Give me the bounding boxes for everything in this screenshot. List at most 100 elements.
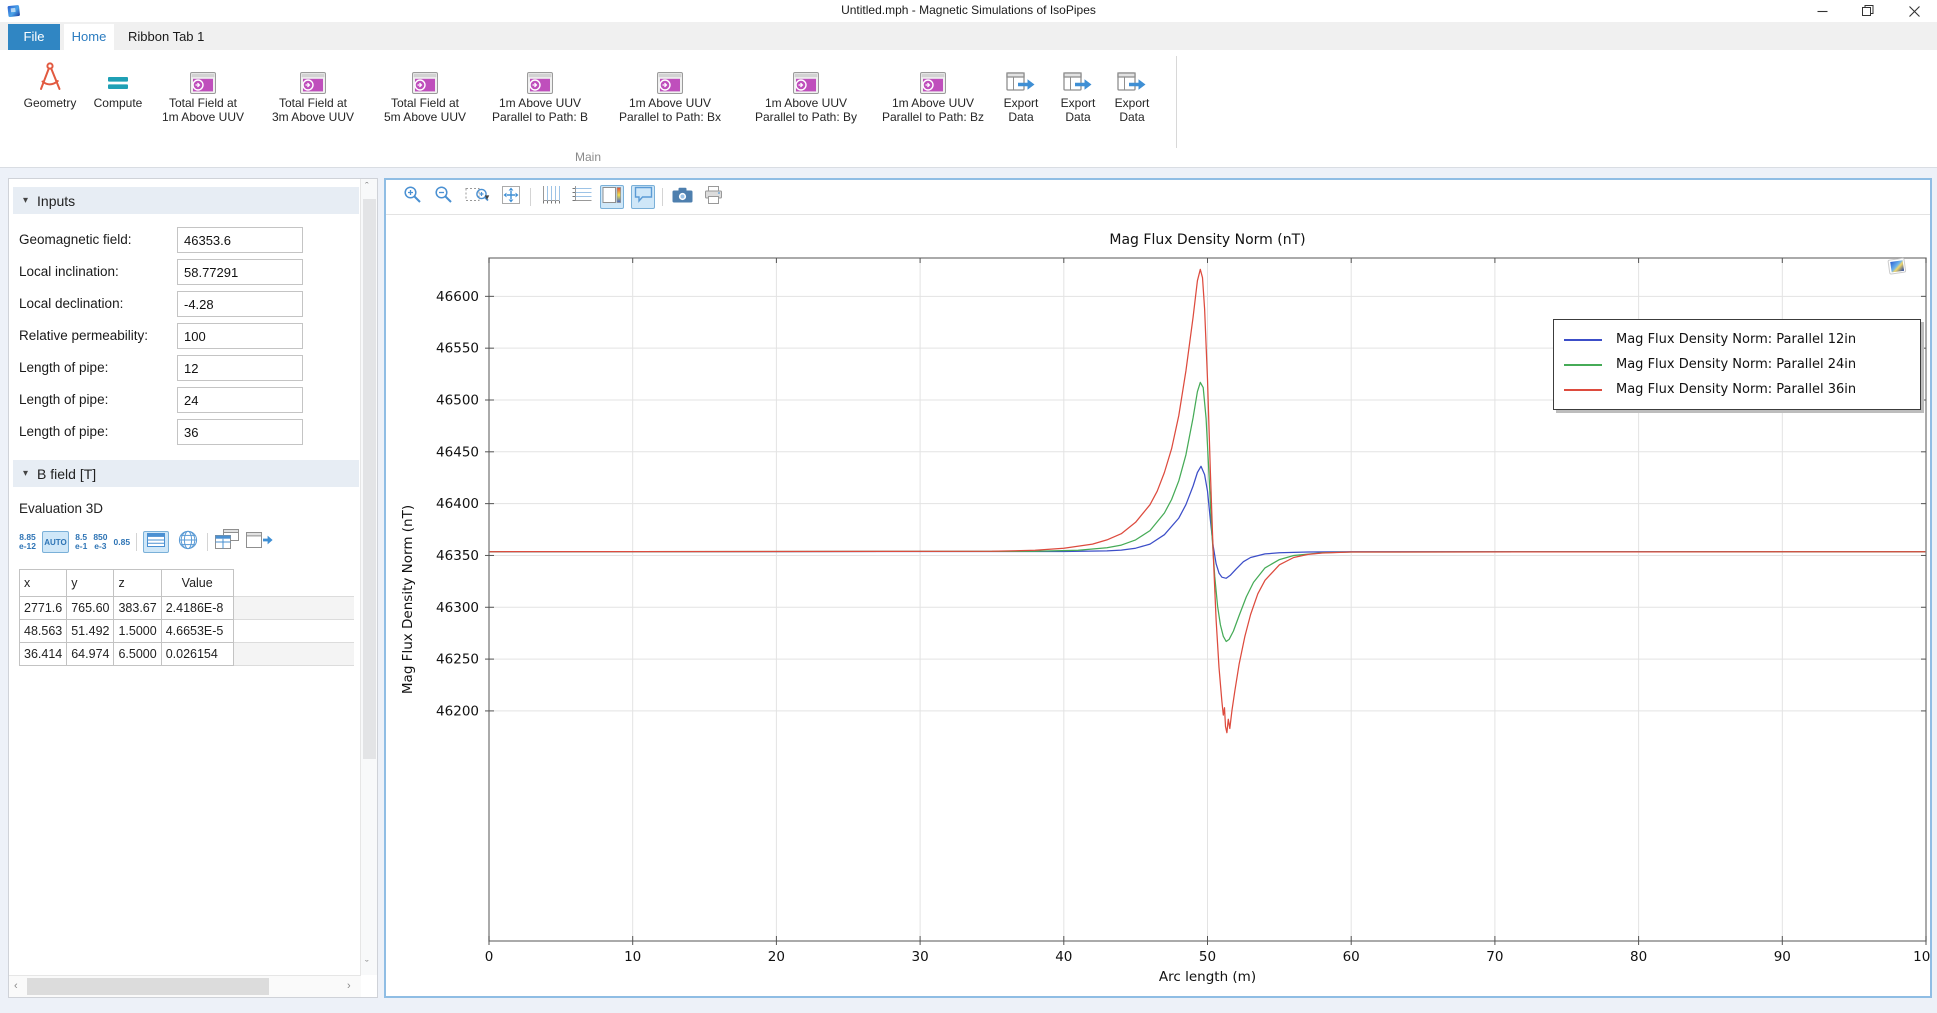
precision-engineering-button[interactable]: 850 e-3 <box>93 533 107 551</box>
svg-text:46550: 46550 <box>436 341 479 357</box>
precision-decimal-button[interactable]: 0.85 <box>114 538 131 547</box>
cell-z[interactable]: 6.5000 <box>114 643 161 666</box>
table-filler <box>233 597 354 620</box>
plot-window-icon <box>527 58 553 94</box>
relative-permeability-input[interactable] <box>177 323 303 349</box>
cell-x[interactable]: 2771.6 <box>20 597 67 620</box>
svg-text:20: 20 <box>768 949 785 965</box>
cell-y[interactable]: 51.492 <box>67 620 114 643</box>
legend-toggle-button[interactable] <box>600 185 624 209</box>
total-field-1m-button[interactable]: Total Field at 1m Above UUV <box>155 52 251 124</box>
cell-z[interactable]: 383.67 <box>114 597 161 620</box>
parallel-path-bz-button[interactable]: 1m Above UUV Parallel to Path: Bz <box>875 52 991 124</box>
geometry-button[interactable]: Geometry <box>16 52 84 111</box>
inputs-panel: ▾ Inputs Geomagnetic field: Local inclin… <box>8 178 378 998</box>
table-row[interactable]: 2771.6 765.60 383.67 2.4186E-8 <box>20 597 355 620</box>
y-grid-button[interactable] <box>569 185 593 209</box>
total-field-5m-button[interactable]: Total Field at 5m Above UUV <box>377 52 473 124</box>
scrollbar-thumb[interactable] <box>27 978 269 995</box>
table-header-row: x y z Value <box>20 570 355 597</box>
cell-y[interactable]: 765.60 <box>67 597 114 620</box>
zoom-box-button[interactable]: ▾ <box>462 185 492 209</box>
show-table-button[interactable] <box>143 531 169 553</box>
col-header-y[interactable]: y <box>67 570 114 597</box>
col-header-z[interactable]: z <box>114 570 161 597</box>
scroll-down-icon[interactable]: ˇ <box>365 959 369 971</box>
cell-x[interactable]: 48.563 <box>20 620 67 643</box>
local-declination-input[interactable] <box>177 291 303 317</box>
toolbar-separator <box>662 188 663 206</box>
cell-z[interactable]: 1.5000 <box>114 620 161 643</box>
svg-text:70: 70 <box>1486 949 1503 965</box>
cell-value[interactable]: 0.026154 <box>161 643 233 666</box>
print-button[interactable] <box>701 185 725 209</box>
table-row[interactable]: 48.563 51.492 1.5000 4.6653E-5 <box>20 620 355 643</box>
total-field-3m-button[interactable]: Total Field at 3m Above UUV <box>265 52 361 124</box>
horizontal-scrollbar[interactable]: ‹ › <box>9 975 361 997</box>
col-header-x[interactable]: x <box>20 570 67 597</box>
scrollbar-thumb[interactable] <box>363 199 376 759</box>
x-grid-button[interactable] <box>538 185 562 209</box>
tooltip-toggle-button[interactable] <box>631 185 655 209</box>
inputs-section-header[interactable]: ▾ Inputs <box>13 187 359 214</box>
cell-value[interactable]: 2.4186E-8 <box>161 597 233 620</box>
field-label: Relative permeability: <box>19 328 148 343</box>
pipe-length-24-input[interactable] <box>177 387 303 413</box>
scroll-left-icon[interactable]: ‹ <box>14 980 18 992</box>
zoom-extents-icon <box>500 184 522 211</box>
export-table-icon <box>246 530 273 555</box>
svg-text:46500: 46500 <box>436 392 479 408</box>
compute-button[interactable]: Compute <box>88 52 148 111</box>
restore-button[interactable] <box>1845 0 1891 22</box>
ribbon-button-label: Total Field at 5m Above UUV <box>384 97 466 124</box>
col-header-value[interactable]: Value <box>161 570 233 597</box>
plot-window-icon <box>920 58 946 94</box>
svg-text:30: 30 <box>912 949 929 965</box>
cell-y[interactable]: 64.974 <box>67 643 114 666</box>
svg-text:46600: 46600 <box>436 289 479 305</box>
globe-wireframe-icon <box>177 529 199 556</box>
tab-file[interactable]: File <box>8 24 60 50</box>
zoom-in-button[interactable] <box>400 185 424 209</box>
scroll-right-icon[interactable]: › <box>347 980 351 992</box>
precision-full-button[interactable]: 8.85 e-12 <box>19 533 36 551</box>
bfield-section-header[interactable]: ▾ B field [T] <box>13 460 359 487</box>
pipe-length-36-input[interactable] <box>177 419 303 445</box>
tab-ribbon-tab-1[interactable]: Ribbon Tab 1 <box>114 24 218 50</box>
parallel-path-bx-button[interactable]: 1m Above UUV Parallel to Path: Bx <box>612 52 728 124</box>
legend-entry: Mag Flux Density Norm: Parallel 36in <box>1564 377 1910 402</box>
vertical-scrollbar[interactable]: ˆ ˇ <box>360 179 377 975</box>
svg-text:46400: 46400 <box>436 496 479 512</box>
parallel-path-b-button[interactable]: 1m Above UUV Parallel to Path: B <box>484 52 596 124</box>
minimize-button[interactable] <box>1799 0 1845 22</box>
svg-text:40: 40 <box>1055 949 1072 965</box>
field-label: Local inclination: <box>19 264 119 279</box>
local-inclination-input[interactable] <box>177 259 303 285</box>
field-row: Local inclination: <box>9 259 361 285</box>
copy-table-button[interactable] <box>214 531 240 553</box>
export-table-button[interactable] <box>246 531 272 553</box>
scroll-up-icon[interactable]: ˆ <box>365 181 369 193</box>
export-data-button-3[interactable]: Export Data <box>1105 52 1159 124</box>
export-data-button-1[interactable]: Export Data <box>994 52 1048 124</box>
parallel-path-by-button[interactable]: 1m Above UUV Parallel to Path: By <box>748 52 864 124</box>
pipe-length-12-input[interactable] <box>177 355 303 381</box>
precision-scientific-button[interactable]: 8.5 e-1 <box>75 533 87 551</box>
tab-home[interactable]: Home <box>64 24 114 50</box>
export-data-icon <box>1063 58 1093 94</box>
cell-x[interactable]: 36.414 <box>20 643 67 666</box>
cell-value[interactable]: 4.6653E-5 <box>161 620 233 643</box>
zoom-out-button[interactable] <box>431 185 455 209</box>
close-icon[interactable] <box>1891 0 1937 22</box>
chart-canvas[interactable]: 0102030405060708090100462004625046300463… <box>386 216 1930 996</box>
export-data-button-2[interactable]: Export Data <box>1051 52 1105 124</box>
geomagnetic-field-input[interactable] <box>177 227 303 253</box>
precision-auto-button[interactable]: AUTO <box>42 531 69 553</box>
sphere-plot-button[interactable] <box>175 531 201 553</box>
snapshot-button[interactable] <box>670 185 694 209</box>
ribbon-button-label: Total Field at 1m Above UUV <box>162 97 244 124</box>
ribbon-button-label: Total Field at 3m Above UUV <box>272 97 354 124</box>
table-row[interactable]: 36.414 64.974 6.5000 0.026154 <box>20 643 355 666</box>
field-row: Length of pipe: <box>9 419 361 445</box>
zoom-extents-button[interactable] <box>499 185 523 209</box>
